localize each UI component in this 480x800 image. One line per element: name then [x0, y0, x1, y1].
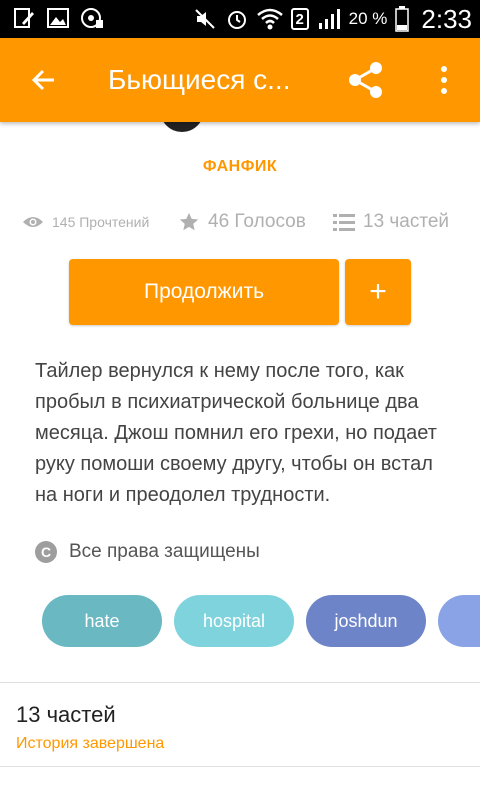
list-icon — [333, 214, 355, 231]
story-stats: 145 Прочтений 46 Голосов 13 частей — [0, 206, 480, 238]
alarm-icon — [227, 11, 246, 29]
eye-icon — [23, 217, 43, 227]
add-to-library-button[interactable]: + — [345, 259, 411, 325]
media-icon — [81, 8, 103, 28]
tag-hospital[interactable]: hospital — [174, 595, 294, 647]
parts-section-title[interactable]: 13 частей — [16, 702, 116, 728]
sim-slot-badge: 2 — [290, 8, 309, 30]
votes-count: 46 Голосов — [208, 211, 306, 232]
story-status: История завершена — [16, 735, 165, 752]
copyright-row: C Все права защищены — [35, 538, 260, 566]
tag-hate[interactable]: hate — [42, 595, 162, 647]
more-vert-icon — [441, 66, 447, 94]
status-bar: 2 20 % 2:33 — [0, 0, 480, 38]
share-icon — [349, 62, 382, 98]
votes-stat: 46 Голосов — [178, 206, 306, 238]
reads-count: 145 Прочтений — [52, 214, 150, 230]
divider — [0, 682, 480, 683]
parts-stat: 13 частей — [333, 206, 449, 238]
edit-notification-icon — [14, 8, 34, 28]
signal-icon — [318, 9, 340, 29]
continue-reading-button[interactable]: Продолжить — [69, 259, 339, 325]
app-toolbar: Бьющиеся с... — [0, 38, 480, 122]
wifi-icon — [256, 8, 283, 30]
star-icon — [179, 212, 199, 231]
tag-list: hate hospital joshdun — [0, 595, 480, 647]
share-button[interactable] — [342, 56, 390, 104]
gallery-icon — [47, 8, 69, 28]
reads-stat: 145 Прочтений — [22, 206, 149, 238]
parts-count: 13 частей — [363, 211, 450, 232]
back-button[interactable] — [20, 56, 68, 104]
copyright-text: Все права защищены — [69, 541, 260, 562]
copyright-icon: C — [35, 541, 57, 563]
divider — [0, 766, 480, 767]
battery-percent: 20 % — [348, 9, 388, 28]
clock: 2:33 — [421, 3, 472, 34]
tag-joshdun[interactable]: joshdun — [306, 595, 426, 647]
story-description: Тайлер вернулся к нему после того, как п… — [35, 360, 437, 506]
mute-icon — [194, 9, 215, 29]
battery-icon — [395, 6, 410, 32]
arrow-back-icon — [31, 69, 54, 91]
page-title: Бьющиеся с... — [108, 64, 291, 95]
story-category[interactable]: ФАНФИК — [0, 158, 480, 176]
tag-partial[interactable] — [438, 595, 480, 647]
more-options-button[interactable] — [420, 56, 468, 104]
